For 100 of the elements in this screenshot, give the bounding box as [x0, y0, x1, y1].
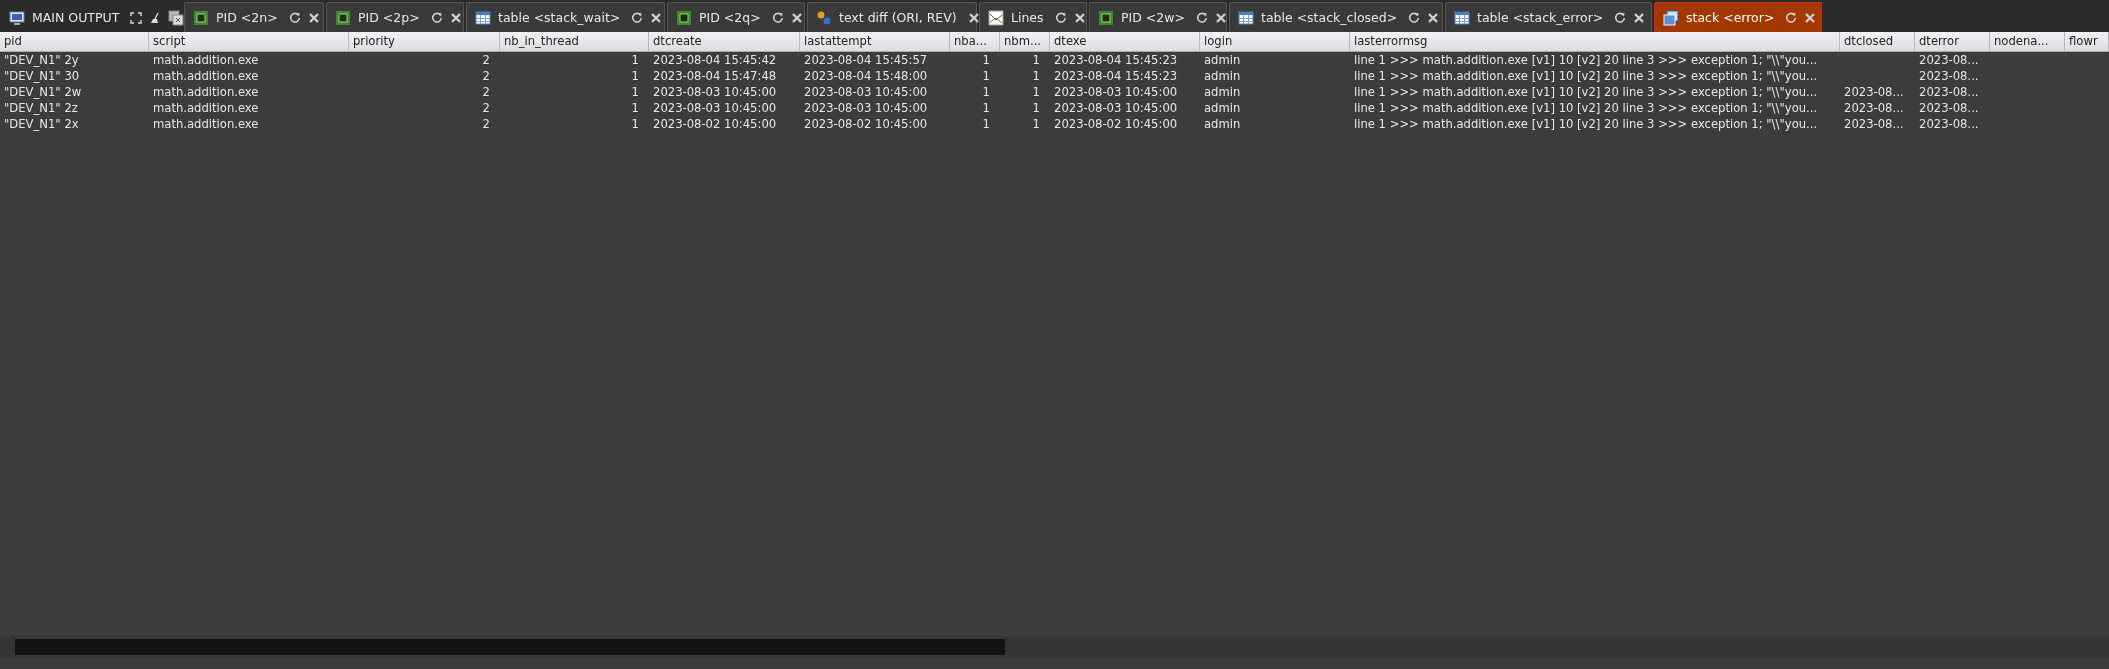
column-header[interactable]: nbm...	[1000, 32, 1050, 51]
table-cell-text: 2023-08-03 10:45:00	[803, 100, 929, 116]
table-cell-text: 1	[630, 52, 640, 68]
table-cell-text: "DEV_N1" 2z	[3, 100, 79, 116]
table-cell-text: admin	[1203, 84, 1242, 100]
clear-output-icon[interactable]	[168, 9, 185, 26]
tab[interactable]: PID <2p>	[326, 2, 464, 32]
tab-label[interactable]: table <stack_closed>	[1261, 10, 1398, 25]
chip-icon	[193, 9, 209, 26]
close-icon[interactable]	[1073, 11, 1086, 24]
column-header[interactable]: priority	[349, 32, 500, 51]
table-cell-text: admin	[1203, 52, 1242, 68]
tab[interactable]: PID <2w>	[1089, 2, 1227, 32]
table-cell-text: math.addition.exe	[152, 68, 260, 84]
table-cell-text: 1	[981, 100, 991, 116]
table-cell-text: admin	[1203, 68, 1242, 84]
refresh-icon[interactable]	[771, 11, 784, 24]
expand-icon[interactable]	[130, 11, 143, 24]
tab[interactable]: Lines	[979, 2, 1087, 32]
tab[interactable]: text diff (ORI, REV)	[807, 2, 977, 32]
tab-label[interactable]: PID <2n>	[216, 10, 278, 25]
table-cell-text: "DEV_N1" 2y	[3, 52, 80, 68]
column-header[interactable]: nodena...	[1990, 32, 2065, 51]
table-cell-text: 1	[981, 52, 991, 68]
close-icon[interactable]	[1427, 11, 1440, 24]
close-icon[interactable]	[449, 11, 462, 24]
refresh-icon[interactable]	[288, 11, 301, 24]
close-icon[interactable]	[1214, 11, 1227, 24]
table-cell-text: line 1 >>> math.addition.exe [v1] 10 [v2] 20 line 3 >>> exception 1; "\\"you...	[1353, 68, 1819, 84]
table-cell-text: 2023-08-04 15:47:48	[652, 68, 778, 84]
table-cell-text: 2023-08...	[1918, 116, 1980, 132]
refresh-icon[interactable]	[1054, 11, 1067, 24]
close-icon[interactable]	[1804, 11, 1817, 24]
table-cell-text: 2023-08-04 15:45:23	[1053, 52, 1179, 68]
column-header[interactable]: dterror	[1915, 32, 1990, 51]
refresh-icon[interactable]	[1195, 11, 1208, 24]
column-header[interactable]: lastattempt	[800, 32, 950, 51]
tab-label[interactable]: table <stack_error>	[1477, 10, 1604, 25]
column-header[interactable]: pid	[0, 32, 149, 51]
table-cell-text: 2	[481, 52, 491, 68]
chip-icon	[1098, 9, 1114, 26]
tab[interactable]: PID <2n>	[184, 2, 324, 32]
table-cell-text: 2023-08-02 10:45:00	[652, 116, 778, 132]
table-cell-text: 1	[981, 84, 991, 100]
close-icon[interactable]	[790, 11, 803, 24]
tab[interactable]: table <stack_closed>	[1229, 2, 1443, 32]
tab-label[interactable]: PID <2p>	[358, 10, 420, 25]
tab[interactable]: table <stack_wait>	[466, 2, 665, 32]
column-header[interactable]: nb_in_thread	[500, 32, 649, 51]
table-cell-text: 2023-08...	[1918, 52, 1980, 68]
column-header[interactable]: script	[149, 32, 349, 51]
refresh-icon[interactable]	[430, 11, 443, 24]
column-header[interactable]: nba...	[950, 32, 1000, 51]
refresh-icon[interactable]	[631, 11, 644, 24]
table-cell-text: 2023-08-04 15:45:42	[652, 52, 778, 68]
tab[interactable]: PID <2q>	[667, 2, 805, 32]
column-header[interactable]: dtcreate	[649, 32, 800, 51]
column-header[interactable]: flowr	[2065, 32, 2109, 51]
close-icon[interactable]	[967, 11, 980, 24]
table-cell-text: math.addition.exe	[152, 100, 260, 116]
table-cell-text: 2023-08-03 10:45:00	[803, 84, 929, 100]
table-cell-text: 2	[481, 68, 491, 84]
close-icon[interactable]	[307, 11, 320, 24]
column-header[interactable]: login	[1200, 32, 1350, 51]
table-cell-text: 1	[981, 116, 991, 132]
tab-label[interactable]: stack <error>	[1686, 10, 1775, 25]
column-header[interactable]: dtexe	[1050, 32, 1200, 51]
table-cell-text: 2023-08-04 15:48:00	[803, 68, 929, 84]
tab-label[interactable]: table <stack_wait>	[498, 10, 621, 25]
line-chart-icon	[988, 9, 1004, 26]
scrollbar-thumb[interactable]	[15, 639, 1005, 655]
broom-icon[interactable]	[149, 11, 162, 24]
table-cell-text: math.addition.exe	[152, 84, 260, 100]
tab[interactable]: stack <error>	[1654, 2, 1822, 32]
table-cell-text: 2023-08...	[1843, 84, 1905, 100]
tab-label[interactable]: MAIN OUTPUT	[32, 10, 120, 25]
tab-label[interactable]: Lines	[1011, 10, 1044, 25]
table-cell-text: line 1 >>> math.addition.exe [v1] 10 [v2] 20 line 3 >>> exception 1; "\\"you...	[1353, 116, 1819, 132]
horizontal-scrollbar[interactable]	[0, 636, 2109, 658]
table-cell-text: 1	[630, 68, 640, 84]
table-cell-text: line 1 >>> math.addition.exe [v1] 10 [v2] 20 line 3 >>> exception 1; "\\"you...	[1353, 100, 1819, 116]
table-cell-text: line 1 >>> math.addition.exe [v1] 10 [v2] 20 line 3 >>> exception 1; "\\"you...	[1353, 84, 1819, 100]
table-cell-text: 2023-08-04 15:45:57	[803, 52, 929, 68]
tab-label[interactable]: PID <2q>	[699, 10, 761, 25]
table-cell-text: 2023-08-02 10:45:00	[1053, 116, 1179, 132]
tab-label[interactable]: PID <2w>	[1121, 10, 1185, 25]
table-icon	[1454, 9, 1470, 26]
table-cell-text: 2023-08...	[1918, 68, 1980, 84]
tab[interactable]: table <stack_error>	[1445, 2, 1652, 32]
table-cell-text: 2023-08-03 10:45:00	[1053, 100, 1179, 116]
refresh-icon[interactable]	[1785, 11, 1798, 24]
table-cell-text: 2	[481, 84, 491, 100]
refresh-icon[interactable]	[1614, 11, 1627, 24]
close-icon[interactable]	[650, 11, 663, 24]
tab-label[interactable]: text diff (ORI, REV)	[839, 10, 957, 25]
refresh-icon[interactable]	[1408, 11, 1421, 24]
column-header[interactable]: lasterrormsg	[1350, 32, 1840, 51]
close-icon[interactable]	[1633, 11, 1646, 24]
table-cell-text: 2023-08-02 10:45:00	[803, 116, 929, 132]
column-header[interactable]: dtclosed	[1840, 32, 1915, 51]
